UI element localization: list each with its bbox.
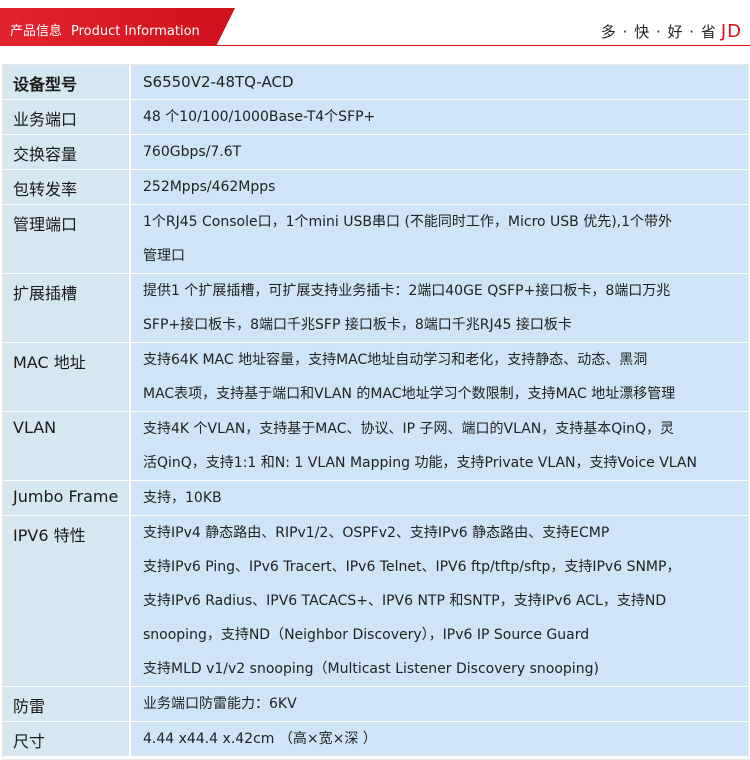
spec-row: 扩展插槽 提供1 个扩展插槽，可扩展支持业务插卡：2端口40GE QSFP+接口板… [3, 273, 748, 342]
spec-value-line: 1个RJ45 Console口，1个mini USB串口 (不能同时工作，Mic… [143, 214, 673, 230]
spec-value-line: 252Mpps/462Mpps [143, 179, 276, 195]
spec-table: 设备型号 S6550V2-48TQ-ACD 业务端口 48 个10/100/1000B… [2, 64, 749, 760]
spec-row: VLAN 支持4K 个VLAN，支持基于MAC、协议、IP 子网、端口的VLAN，… [3, 411, 748, 480]
spec-key: IPV6 特性 [3, 516, 129, 686]
spec-value-line: 管理口 [143, 248, 185, 264]
spec-key: 管理端口 [3, 205, 129, 273]
spec-value-line: 4.44 x44.4 x.42cm （高×宽×深 ） [143, 731, 377, 747]
spec-value: 提供1 个扩展插槽，可扩展支持业务插卡：2端口40GE QSFP+接口板卡，8端… [129, 274, 748, 342]
spec-row: 防雷 业务端口防雷能力：6KV [3, 686, 748, 721]
spec-key: 业务端口 [3, 100, 129, 134]
spec-row: 交换容量 760Gbps/7.6T [3, 134, 748, 169]
spec-key: 设备型号 [3, 65, 129, 99]
spec-row: 业务端口 48 个10/100/1000Base-T4个SFP+ [3, 99, 748, 134]
spec-row: 包转发率 252Mpps/462Mpps [3, 169, 748, 204]
spec-value-line: 48 个10/100/1000Base-T4个SFP+ [143, 109, 376, 125]
spec-key: 扩展插槽 [3, 274, 129, 342]
spec-value: 252Mpps/462Mpps [129, 170, 748, 204]
spec-value: 760Gbps/7.6T [129, 135, 748, 169]
spec-value-line: 活QinQ，支持1:1 和N: 1 VLAN Mapping 功能，支持Priv… [143, 455, 697, 471]
header-banner: 产品信息 Product Information 多 · 快 · 好 · 省 JD [0, 0, 750, 52]
spec-row: 管理端口 1个RJ45 Console口，1个mini USB串口 (不能同时工作… [3, 204, 748, 273]
spec-key: 防雷 [3, 687, 129, 721]
spec-value: 支持4K 个VLAN，支持基于MAC、协议、IP 子网、端口的VLAN，支持基本… [129, 412, 748, 480]
spec-value-line: 支持IPv4 静态路由、RIPv1/2、OSPFv2、支持IPv6 静态路由、支… [143, 525, 610, 541]
slogan-text: 多 · 快 · 好 · 省 [600, 23, 717, 41]
spec-key: 交换容量 [3, 135, 129, 169]
spec-value: 48 个10/100/1000Base-T4个SFP+ [129, 100, 748, 134]
spec-row: IPV6 特性 支持IPv4 静态路由、RIPv1/2、OSPFv2、支持IPv6… [3, 515, 748, 686]
spec-value-line: 760Gbps/7.6T [143, 144, 242, 160]
spec-row: 设备型号 S6550V2-48TQ-ACD [3, 65, 748, 99]
spec-value-line: snooping，支持ND（Neighbor Discovery），IPv6 I… [143, 627, 590, 643]
spec-value: 支持64K MAC 地址容量，支持MAC地址自动学习和老化，支持静态、动态、黑洞… [129, 343, 748, 411]
spec-key: 包转发率 [3, 170, 129, 204]
spec-value: S6550V2-48TQ-ACD [129, 65, 748, 99]
spec-key: MAC 地址 [3, 343, 129, 411]
spec-value-line: 支持，10KB [143, 490, 222, 506]
header-divider [215, 45, 750, 46]
spec-value-line: 支持IPv6 Radius、IPV6 TACACS+、IPV6 NTP 和SNT… [143, 593, 667, 609]
spec-key: VLAN [3, 412, 129, 480]
spec-value: 业务端口防雷能力：6KV [129, 687, 748, 721]
spec-value-line: 提供1 个扩展插槽，可扩展支持业务插卡：2端口40GE QSFP+接口板卡，8端… [143, 283, 671, 299]
spec-row: 尺寸 4.44 x44.4 x.42cm （高×宽×深 ） [3, 721, 748, 756]
spec-value: 支持，10KB [129, 481, 748, 515]
spec-key: Jumbo Frame [3, 481, 129, 515]
spec-value: 支持IPv4 静态路由、RIPv1/2、OSPFv2、支持IPv6 静态路由、支… [129, 516, 748, 686]
spec-key: 尺寸 [3, 722, 129, 756]
spec-value-line: 支持4K 个VLAN，支持基于MAC、协议、IP 子网、端口的VLAN，支持基本… [143, 421, 675, 437]
spec-row: Jumbo Frame 支持，10KB [3, 480, 748, 515]
spec-value-line: 支持MLD v1/v2 snooping（Multicast Listener … [143, 661, 599, 677]
spec-row: MAC 地址 支持64K MAC 地址容量，支持MAC地址自动学习和老化，支持静态… [3, 342, 748, 411]
spec-value-line: 支持IPv6 Ping、IPv6 Tracert、IPv6 Telnet、IPV… [143, 559, 681, 575]
spec-value: 4.44 x44.4 x.42cm （高×宽×深 ） [129, 722, 748, 756]
header-slogan: 多 · 快 · 好 · 省 JD [0, 21, 750, 42]
spec-value-line: 业务端口防雷能力：6KV [143, 696, 297, 712]
spec-value-line: 支持64K MAC 地址容量，支持MAC地址自动学习和老化，支持静态、动态、黑洞 [143, 352, 648, 368]
spec-value-line: S6550V2-48TQ-ACD [143, 73, 294, 91]
spec-value-line: MAC表项，支持基于端口和VLAN 的MAC地址学习个数限制，支持MAC 地址漂… [143, 386, 676, 402]
jd-logo: JD [720, 21, 742, 42]
spec-value: 1个RJ45 Console口，1个mini USB串口 (不能同时工作，Mic… [129, 205, 748, 273]
spec-value-line: SFP+接口板卡，8端口千兆SFP 接口板卡，8端口千兆RJ45 接口板卡 [143, 317, 572, 333]
